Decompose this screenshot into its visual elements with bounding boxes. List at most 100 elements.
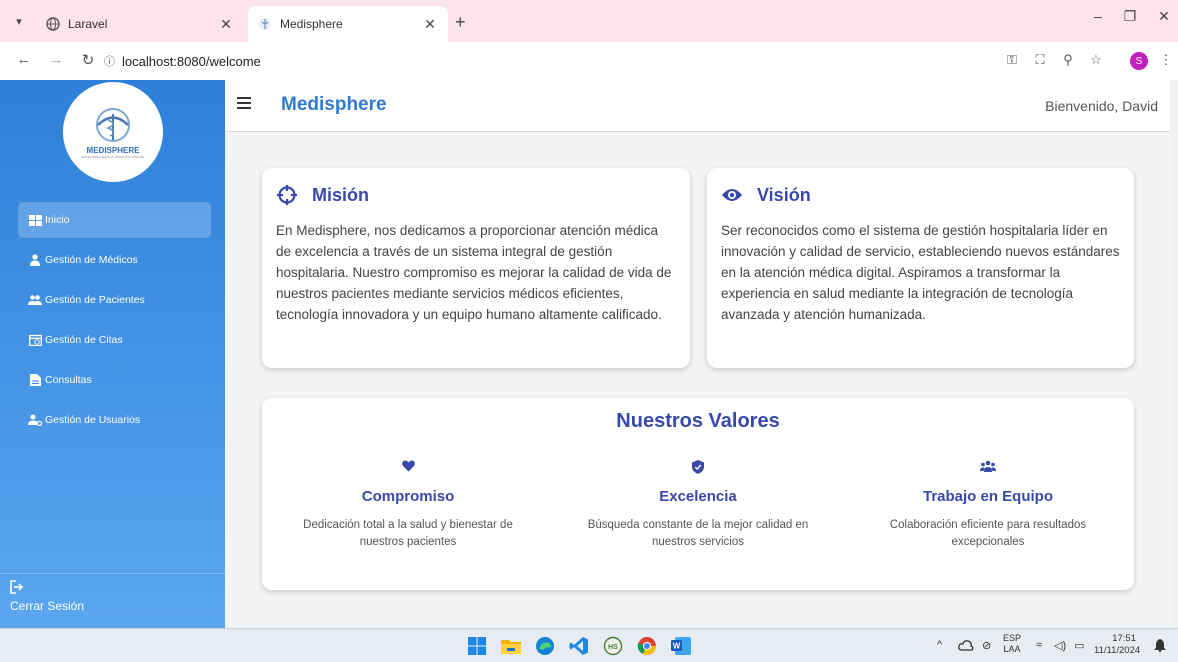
sidebar-divider (0, 573, 225, 574)
value-description: Búsqueda constante de la mejor calidad e… (587, 519, 809, 548)
sidebar-item-label: Inicio (45, 214, 70, 226)
location-off-icon[interactable]: ⊘ (982, 639, 991, 652)
sidebar-item-label: Gestión de Usuarios (45, 414, 141, 426)
vision-heading: Visión (721, 184, 1120, 206)
browser-tab-medisphere[interactable]: Medisphere ✕ (248, 6, 448, 42)
calendar-icon (28, 334, 42, 346)
logo-text: MEDISPHERE (86, 145, 140, 155)
values-title: Nuestros Valores (616, 410, 780, 432)
clock-time: 17:51 (1112, 633, 1136, 644)
window-close-button[interactable]: ✕ (1150, 8, 1178, 25)
language-code: ESP (1003, 633, 1022, 643)
page-scrollbar[interactable] (1170, 80, 1178, 628)
welcome-text: Bienvenido, David (1045, 98, 1158, 114)
sidebar-item-usuarios[interactable]: Gestión de Usuarios (18, 402, 211, 438)
arrow-left-icon: ← (16, 51, 32, 68)
mission-heading: Misión (276, 184, 676, 206)
address-bar-row: ← → ↻ ⓘ localhost:8080/welcome ⚿ ⛶ ⚲ ☆ S… (0, 42, 1178, 80)
vscode-icon[interactable] (569, 636, 589, 656)
tab-title: Medisphere (280, 17, 343, 31)
sidebar-item-label: Consultas (45, 374, 92, 386)
doctor-icon (28, 254, 42, 266)
svg-text:W: W (673, 642, 681, 651)
caduceus-logo-icon (96, 107, 130, 142)
chrome-icon[interactable] (637, 636, 657, 656)
bookmark-star-icon[interactable]: ☆ (1086, 52, 1106, 68)
url-text: localhost:8080/welcome (122, 53, 261, 69)
arrow-right-icon: → (48, 51, 64, 68)
close-icon: ✕ (1158, 8, 1170, 24)
key-icon[interactable]: ⚿ (1002, 52, 1022, 68)
wifi-icon[interactable]: ≈ (1036, 639, 1042, 651)
sidebar-item-citas[interactable]: Gestión de Citas (18, 322, 211, 358)
close-icon[interactable]: ✕ (422, 16, 438, 33)
vision-card: Visión Ser reconocidos como el sistema d… (707, 168, 1134, 368)
sidebar-item-label: Gestión de Citas (45, 334, 123, 346)
minimize-button[interactable]: – (1084, 8, 1112, 24)
info-icon[interactable]: ⓘ (104, 53, 122, 69)
system-clock[interactable]: 17:51 11/11/2024 (1094, 633, 1140, 657)
reload-button[interactable]: ↻ (78, 51, 98, 69)
url-field[interactable]: ⓘ localhost:8080/welcome (104, 47, 984, 75)
crosshair-icon (276, 184, 298, 206)
svg-text:HS: HS (608, 644, 618, 651)
chevron-down-icon: ▾ (16, 15, 22, 28)
sidebar-item-pacientes[interactable]: Gestión de Pacientes (18, 282, 211, 318)
value-description: Colaboración eficiente para resultados e… (889, 519, 1087, 548)
minimize-icon: – (1094, 8, 1102, 24)
sidebar-item-consultas[interactable]: Consultas (18, 362, 211, 398)
logo: MEDISPHERE EXCELENCIA MÉDICA, ATENCIÓN H… (63, 82, 163, 182)
file-explorer-icon[interactable] (501, 636, 521, 656)
logout-label: Cerrar Sesión (10, 599, 85, 613)
back-button[interactable]: ← (14, 51, 34, 68)
eye-icon (721, 184, 743, 206)
sidebar-item-label: Gestión de Pacientes (45, 294, 145, 306)
value-excelencia: Excelencia Búsqueda constante de la mejo… (568, 460, 828, 551)
forward-button[interactable]: → (46, 51, 66, 68)
brand-title: Medisphere (281, 94, 387, 115)
translate-icon[interactable]: ⛶ (1030, 52, 1050, 68)
more-menu-icon[interactable]: ⋮ (1156, 52, 1176, 68)
heart-icon (278, 460, 538, 474)
language-variant: LAA (1003, 644, 1021, 654)
browser-tab-laravel[interactable]: Laravel ✕ (36, 6, 244, 42)
users-icon (28, 294, 42, 306)
mission-card: Misión En Medisphere, nos dedicamos a pr… (262, 168, 690, 368)
close-icon[interactable]: ✕ (218, 16, 234, 33)
restore-button[interactable]: ❐ (1116, 8, 1144, 25)
value-title: Excelencia (659, 488, 737, 505)
chevron-up-icon[interactable]: ^ (937, 639, 942, 651)
sidebar-item-inicio[interactable]: Inicio (18, 202, 211, 238)
volume-icon[interactable]: ◁) (1054, 639, 1066, 652)
mission-text: En Medisphere, nos dedicamos a proporcio… (276, 223, 672, 322)
shield-icon (568, 460, 828, 474)
edge-browser-icon[interactable] (535, 636, 555, 656)
clock-date: 11/11/2024 (1094, 645, 1141, 656)
cloud-sync-icon[interactable] (958, 639, 974, 654)
tab-search-button[interactable]: ▾ (8, 10, 30, 32)
word-icon[interactable]: W (671, 636, 691, 656)
notification-bell-icon[interactable] (1154, 639, 1166, 655)
sidebar-item-label: Gestión de Médicos (45, 254, 138, 266)
zoom-icon[interactable]: ⚲ (1058, 52, 1078, 68)
keyboard-language[interactable]: ESP LAA (1003, 633, 1021, 655)
vision-title: Visión (757, 184, 811, 205)
hamburger-menu-icon[interactable] (237, 96, 251, 114)
heidisql-icon[interactable]: HS (603, 636, 623, 656)
battery-icon[interactable]: ▭ (1074, 639, 1084, 652)
sidebar-item-medicos[interactable]: Gestión de Médicos (18, 242, 211, 278)
logo-subtext: EXCELENCIA MÉDICA, ATENCIÓN HUMANA (82, 154, 144, 159)
windows-start-icon[interactable] (467, 636, 487, 656)
values-card: Nuestros Valores Compromiso Dedicación t… (262, 398, 1134, 590)
team-icon (858, 460, 1118, 474)
new-tab-button[interactable]: + (455, 12, 466, 33)
logout-button[interactable]: Cerrar Sesión (10, 580, 84, 613)
file-icon (28, 374, 42, 386)
app-header: Medisphere Bienvenido, David (225, 80, 1178, 132)
mission-title: Misión (312, 184, 369, 205)
value-trabajo-equipo: Trabajo en Equipo Colaboración eficiente… (858, 460, 1118, 551)
profile-avatar[interactable]: S (1130, 52, 1148, 70)
vision-text: Ser reconocidos como el sistema de gesti… (721, 223, 1120, 322)
logout-icon (10, 580, 84, 597)
windows-taskbar: HS W ^ ⊘ ESP LAA ≈ ◁) ▭ 17:51 11/11/2024 (0, 628, 1178, 662)
